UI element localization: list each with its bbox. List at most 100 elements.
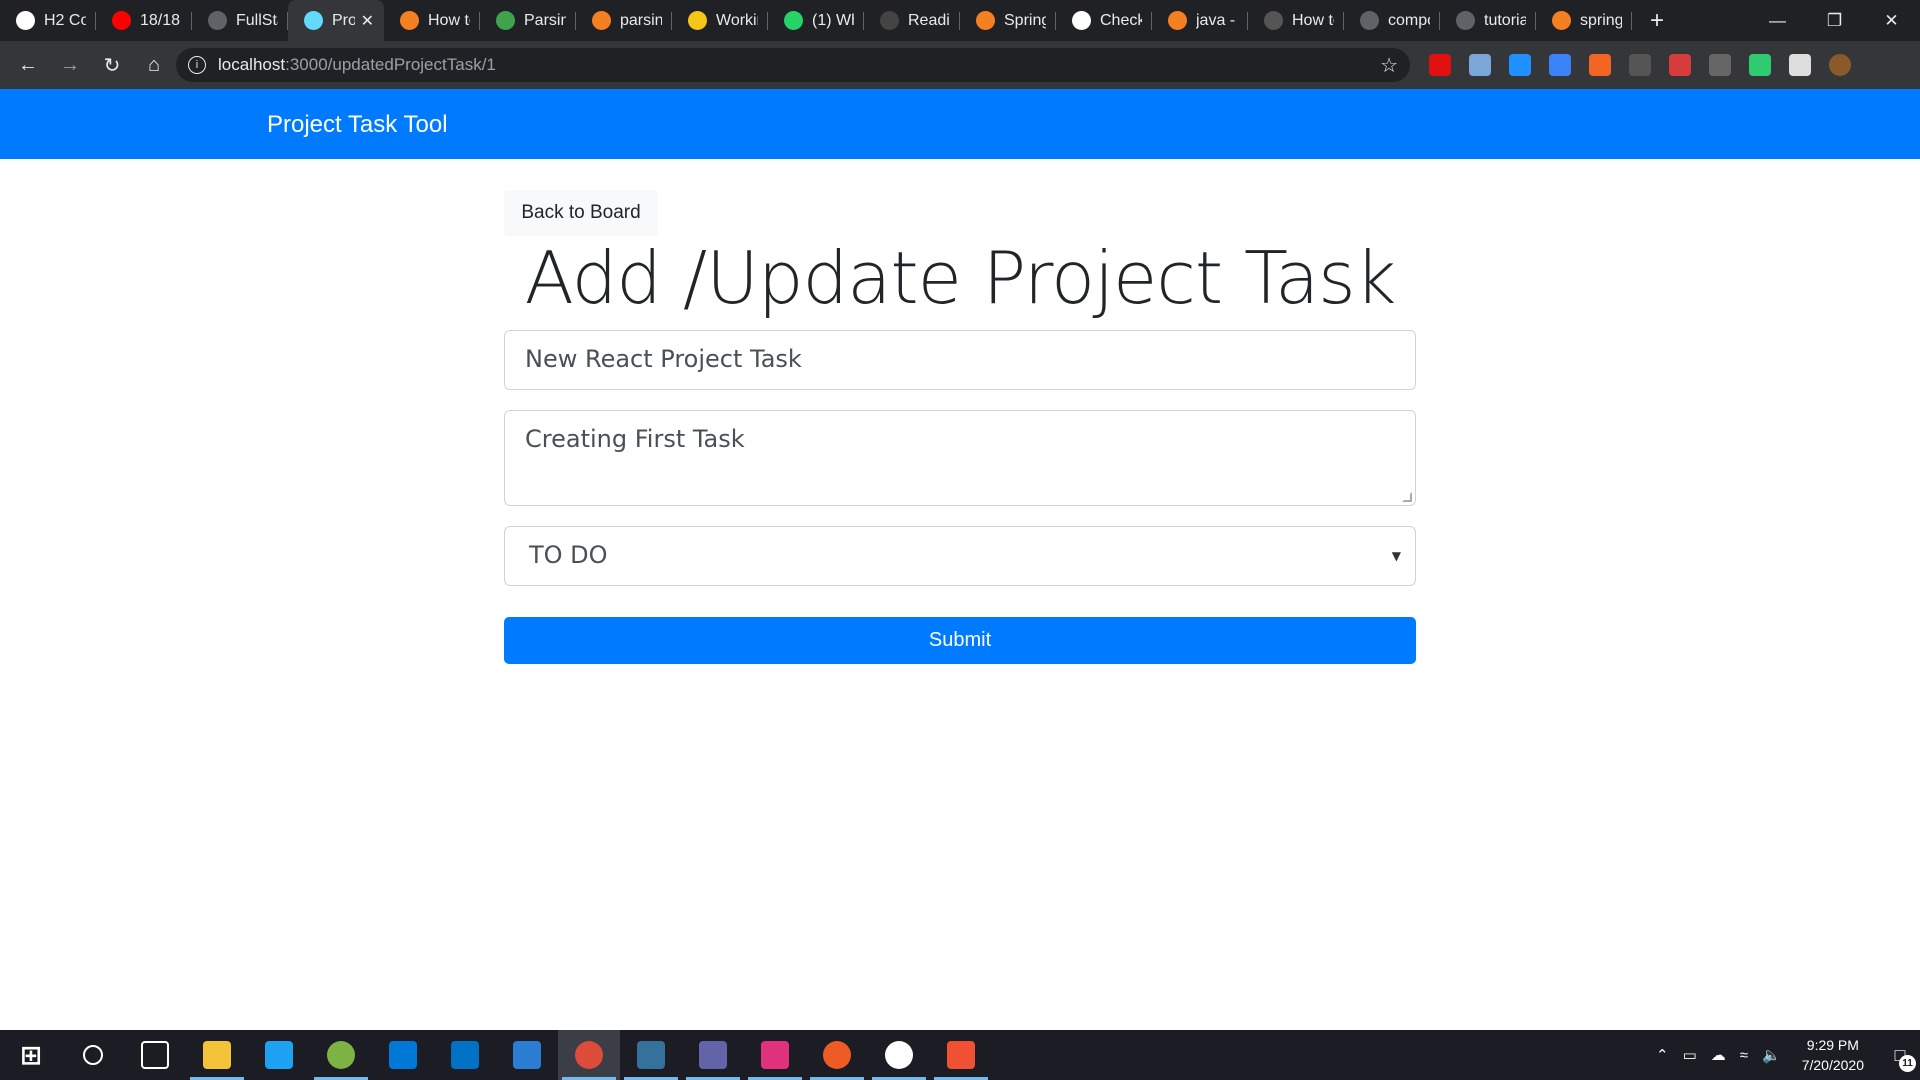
taskbar-settings[interactable] bbox=[868, 1030, 930, 1080]
resize-handle[interactable] bbox=[1402, 492, 1412, 502]
extension-icon[interactable] bbox=[1709, 54, 1731, 76]
window-controls: — ❐ ✕ bbox=[1749, 0, 1920, 41]
taskbar-outlook[interactable] bbox=[434, 1030, 496, 1080]
browser-tab[interactable]: Reading bbox=[864, 0, 960, 41]
site-info-icon[interactable]: i bbox=[188, 56, 206, 74]
clock-date: 7/20/2020 bbox=[1801, 1057, 1864, 1073]
browser-tab[interactable]: 18/18 - bbox=[96, 0, 192, 41]
tab-title: Spring bbox=[1004, 11, 1046, 29]
taskbar-mysql-workbench[interactable] bbox=[620, 1030, 682, 1080]
browser-tab[interactable]: java - i bbox=[1152, 0, 1248, 41]
browser-tab[interactable]: spring bbox=[1536, 0, 1632, 41]
taskbar-file-explorer[interactable] bbox=[186, 1030, 248, 1080]
status-value: TO DO bbox=[529, 541, 608, 569]
extension-icon[interactable] bbox=[1629, 54, 1651, 76]
status-select[interactable]: TO DO ▼ bbox=[504, 526, 1416, 586]
extension-icon[interactable] bbox=[1589, 54, 1611, 76]
github-icon bbox=[1456, 11, 1475, 30]
battery-icon[interactable]: ▭ bbox=[1683, 1046, 1697, 1064]
reload-button[interactable]: ↻ bbox=[92, 45, 132, 85]
search-icon bbox=[83, 1045, 103, 1065]
taskbar-intellij[interactable] bbox=[744, 1030, 806, 1080]
system-tray: ⌃ ▭ ☁ ≈ 🔈 9:29 PM 7/20/2020 □ 11 bbox=[1649, 1030, 1920, 1080]
back-to-board-button[interactable]: Back to Board bbox=[504, 190, 658, 236]
back-nav-button[interactable]: ← bbox=[8, 45, 48, 85]
maximize-button[interactable]: ❐ bbox=[1806, 0, 1863, 41]
browser-tab[interactable]: Pro ✕ bbox=[288, 0, 384, 41]
submit-button[interactable]: Submit bbox=[504, 617, 1416, 664]
extension-icon[interactable] bbox=[1509, 54, 1531, 76]
app-navbar: Project Task Tool bbox=[0, 89, 1920, 159]
taskbar-edge[interactable] bbox=[372, 1030, 434, 1080]
browser-tab[interactable]: How to bbox=[384, 0, 480, 41]
browser-tabstrip: H2 Console 18/18 - FullStack Pro ✕ How to Pars… bbox=[0, 0, 1920, 41]
browser-tab[interactable]: Parsing bbox=[480, 0, 576, 41]
github-icon bbox=[208, 11, 227, 30]
app-box-icon bbox=[513, 1041, 541, 1069]
page-title: Add /Update Project Task bbox=[524, 236, 1397, 320]
tab-title: 18/18 - bbox=[140, 11, 182, 29]
taskbar-postman[interactable] bbox=[806, 1030, 868, 1080]
close-tab-icon[interactable]: ✕ bbox=[361, 11, 374, 31]
browser-tab[interactable]: parsing bbox=[576, 0, 672, 41]
tab-title: Pro bbox=[332, 11, 355, 29]
address-bar[interactable]: i localhost:3000/updatedProjectTask/1 ☆ bbox=[176, 48, 1410, 82]
extensions-bar bbox=[1420, 48, 1860, 82]
extension-icon[interactable] bbox=[1469, 54, 1491, 76]
wifi-icon[interactable]: ≈ bbox=[1740, 1047, 1748, 1064]
minimize-button[interactable]: — bbox=[1749, 0, 1806, 41]
action-center-button[interactable]: □ 11 bbox=[1880, 1030, 1920, 1080]
new-tab-button[interactable]: + bbox=[1650, 7, 1664, 35]
system-clock[interactable]: 9:29 PM 7/20/2020 bbox=[1802, 1035, 1864, 1075]
chevron-up-icon[interactable]: ⌃ bbox=[1656, 1046, 1669, 1064]
browser-tab[interactable]: H2 Console bbox=[0, 0, 96, 41]
taskbar-git[interactable] bbox=[930, 1030, 992, 1080]
onedrive-icon[interactable]: ☁ bbox=[1711, 1046, 1726, 1064]
extension-icon[interactable] bbox=[1669, 54, 1691, 76]
tab-title: How to bbox=[428, 11, 470, 29]
navbar-brand[interactable]: Project Task Tool bbox=[267, 111, 448, 139]
browser-tab[interactable]: Working bbox=[672, 0, 768, 41]
taskbar-network[interactable] bbox=[310, 1030, 372, 1080]
tab-title: How to bbox=[1292, 11, 1334, 29]
extension-icon[interactable] bbox=[1789, 54, 1811, 76]
taskbar-task-view[interactable] bbox=[124, 1030, 186, 1080]
stackoverflow-icon bbox=[400, 11, 419, 30]
taskbar-teams[interactable] bbox=[682, 1030, 744, 1080]
volume-icon[interactable]: 🔈 bbox=[1762, 1046, 1781, 1064]
browser-tab[interactable]: FullStack bbox=[192, 0, 288, 41]
extension-icon[interactable] bbox=[1549, 54, 1571, 76]
taskbar-chrome[interactable] bbox=[558, 1030, 620, 1080]
stackoverflow-icon bbox=[592, 11, 611, 30]
start-icon: ⊞ bbox=[20, 1039, 42, 1070]
browser-tab[interactable]: (1) Wh bbox=[768, 0, 864, 41]
tab-title: Parsing bbox=[524, 11, 566, 29]
acceptance-criteria-textarea[interactable]: Creating First Task bbox=[504, 410, 1416, 506]
taskbar-start[interactable]: ⊞ bbox=[0, 1030, 62, 1080]
taskbar-app-box[interactable] bbox=[496, 1030, 558, 1080]
browser-tab[interactable]: Checking bbox=[1056, 0, 1152, 41]
browser-tab[interactable]: tutoria bbox=[1440, 0, 1536, 41]
extension-icon[interactable] bbox=[1749, 54, 1771, 76]
mysql-workbench-icon bbox=[637, 1041, 665, 1069]
browser-tab[interactable]: How to bbox=[1248, 0, 1344, 41]
close-window-button[interactable]: ✕ bbox=[1863, 0, 1920, 41]
browser-tab[interactable]: Spring bbox=[960, 0, 1056, 41]
taskbar-search[interactable] bbox=[62, 1030, 124, 1080]
extension-icon[interactable] bbox=[1429, 54, 1451, 76]
tab-title: (1) Wh bbox=[812, 11, 854, 29]
bookmark-star-icon[interactable]: ☆ bbox=[1380, 53, 1398, 78]
forward-nav-button[interactable]: → bbox=[50, 45, 90, 85]
tab-title: FullStack bbox=[236, 11, 278, 29]
browser-tab[interactable]: compo bbox=[1344, 0, 1440, 41]
home-button[interactable]: ⌂ bbox=[134, 45, 174, 85]
sa-icon bbox=[880, 11, 899, 30]
internet-explorer-icon bbox=[265, 1041, 293, 1069]
whatsapp-icon bbox=[784, 11, 803, 30]
tab-title: Checking bbox=[1100, 11, 1142, 29]
arrow-icon bbox=[688, 11, 707, 30]
taskbar-internet-explorer[interactable] bbox=[248, 1030, 310, 1080]
git-icon bbox=[947, 1041, 975, 1069]
summary-input[interactable]: New React Project Task bbox=[504, 330, 1416, 390]
extension-icon[interactable] bbox=[1829, 54, 1851, 76]
